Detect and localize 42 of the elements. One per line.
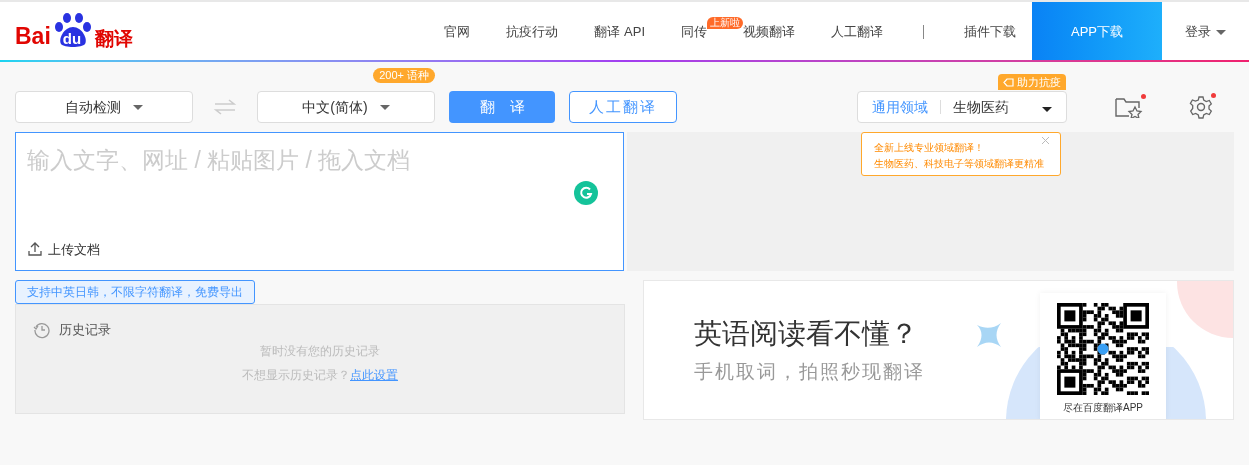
nav-link[interactable]: 视频翻译 xyxy=(743,22,795,42)
nav-link[interactable]: 翻译 API xyxy=(594,22,645,42)
selected-domain: 生物医药 xyxy=(953,97,1009,117)
nav-link[interactable]: 同传 xyxy=(681,22,707,42)
logo-mark: du xyxy=(62,31,82,46)
caret-icon xyxy=(379,104,390,110)
nav-link[interactable]: 插件下载 xyxy=(964,22,1016,42)
grammar-check-icon[interactable] xyxy=(574,181,598,205)
upload-document-button[interactable]: 上传文档 xyxy=(16,239,112,270)
promo-headline: 英语阅读看不懂？ xyxy=(694,319,919,348)
login-dropdown[interactable]: 登录 xyxy=(1162,2,1249,62)
nav-link[interactable]: 抗疫行动 xyxy=(506,22,559,42)
settings-icon[interactable] xyxy=(1189,95,1213,119)
logo-product: 翻译 xyxy=(94,29,133,48)
caret-icon xyxy=(1216,29,1226,35)
language-count-badge: 200+ 语种 xyxy=(373,68,435,83)
domain-select[interactable]: 通用领域 生物医药 xyxy=(857,91,1067,123)
announcement-text: 全新上线专业领域翻译！ xyxy=(874,141,985,155)
logo[interactable]: Bai du 翻译 xyxy=(0,2,133,62)
qr-caption: 尽在百度翻译APP xyxy=(1063,401,1143,415)
upload-icon xyxy=(28,242,42,257)
folder-star-icon[interactable] xyxy=(1115,96,1143,118)
announcement-text: 生物医药、科技电子等领域翻译更精准 xyxy=(874,157,1045,171)
nav-link[interactable]: 人工翻译 xyxy=(831,22,883,42)
caret-icon xyxy=(1042,106,1052,112)
caret-icon xyxy=(133,104,143,110)
history-icon xyxy=(33,320,51,339)
swap-icon[interactable] xyxy=(213,99,237,115)
promo-subline: 手机取词，拍照秒现翻译 xyxy=(694,361,925,381)
sparkle-icon xyxy=(977,323,1001,347)
new-badge: 上新啦 xyxy=(707,17,743,29)
close-icon[interactable] xyxy=(1041,136,1050,145)
logo-brand: Bai xyxy=(15,25,51,48)
tag-icon xyxy=(1003,77,1014,87)
qr-code-icon xyxy=(1057,303,1149,395)
campaign-badge: 助力抗疫 xyxy=(998,74,1066,90)
source-language-select[interactable]: 自动检测 xyxy=(15,91,193,123)
decor-circle-drawing xyxy=(1177,281,1233,338)
target-language-select[interactable]: 中文(简体) xyxy=(257,91,435,123)
nav-link[interactable]: 官网 xyxy=(444,22,471,42)
feature-hint-tag: 支持中英日韩，不限字符翻译，免费导出 xyxy=(15,280,255,304)
history-title: 历史记录 xyxy=(59,321,111,339)
